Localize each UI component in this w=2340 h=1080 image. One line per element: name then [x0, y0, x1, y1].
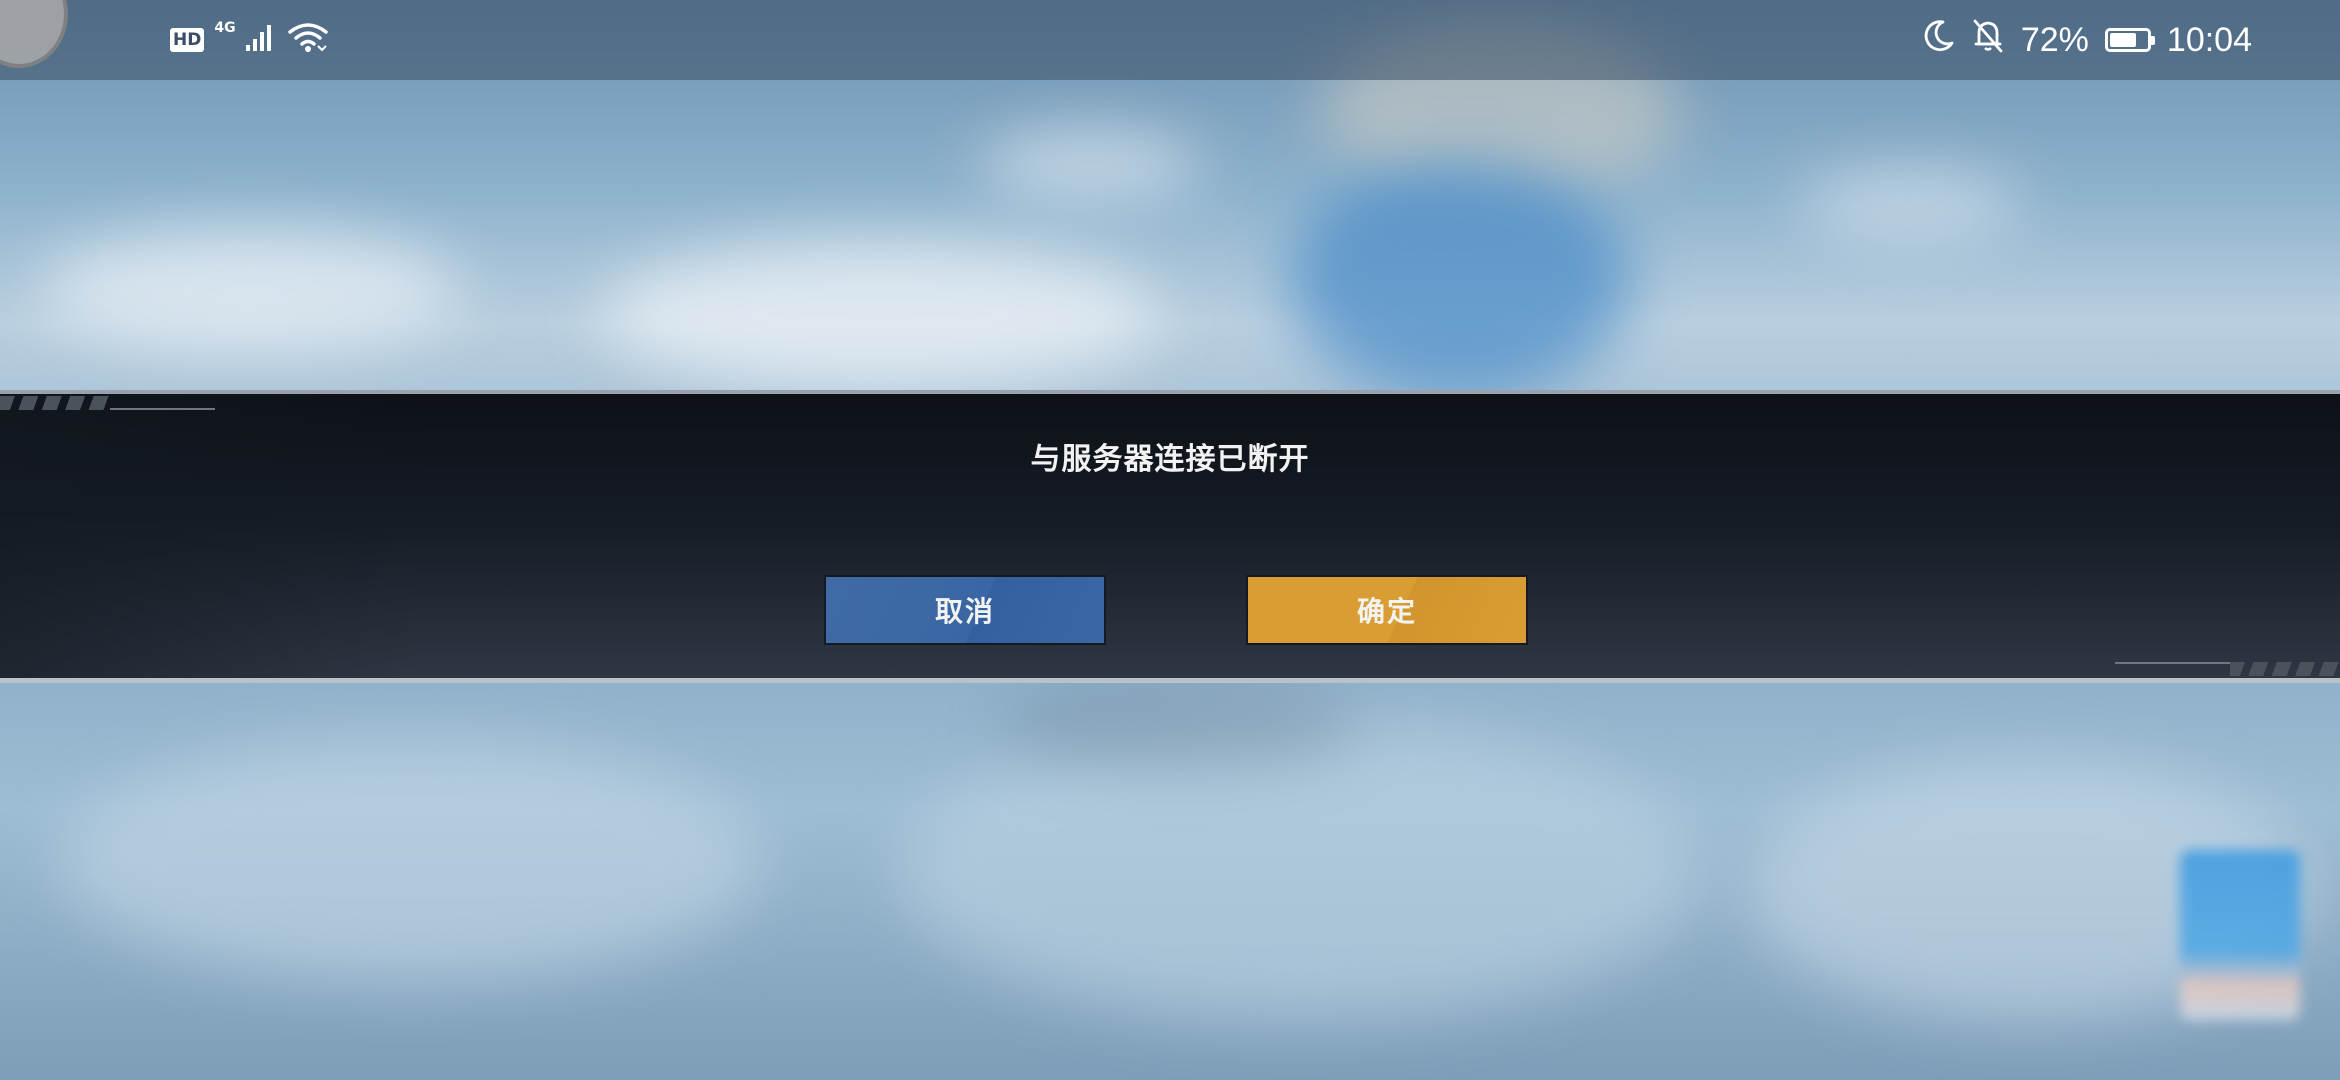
background-cloud: [600, 240, 1160, 390]
background-cloud: [980, 130, 1200, 200]
status-bar-right: 72% 10:04: [1921, 18, 2252, 62]
wifi-icon: [287, 22, 328, 58]
decorative-stripe: [0, 396, 110, 410]
floating-widget[interactable]: [2180, 850, 2300, 1020]
disconnect-dialog: 与服务器连接已断开 取消 确定: [0, 390, 2340, 683]
moon-icon: [1921, 19, 1955, 62]
battery-percent: 72%: [2020, 20, 2089, 59]
signal-bars-icon: [245, 23, 272, 57]
decorative-stripe: [2230, 662, 2340, 676]
background-cloud: [1800, 170, 2020, 240]
game-screen: HD 4G 72% 10:04 与服务器连接已断开 取消 确定: [0, 0, 2340, 1080]
background-cloud: [900, 720, 1700, 1020]
background-cloud: [40, 230, 460, 350]
bell-off-icon: [1971, 18, 2005, 63]
battery-level: [2109, 33, 2136, 47]
decorative-line: [110, 408, 215, 410]
cancel-button[interactable]: 取消: [824, 575, 1106, 645]
battery-icon: [2104, 28, 2155, 52]
background-cloud: [60, 740, 760, 980]
network-type-label: 4G: [214, 20, 236, 36]
dialog-message: 与服务器连接已断开: [1030, 442, 1310, 477]
clock-time: 10:04: [2166, 20, 2252, 59]
background-cloud: [1290, 160, 1630, 400]
decorative-line: [2115, 662, 2230, 664]
hd-badge: HD: [170, 28, 205, 52]
status-bar: HD 4G 72% 10:04: [0, 0, 2340, 80]
status-bar-left: HD 4G: [170, 20, 328, 58]
floating-assist-button[interactable]: [0, 0, 68, 68]
background-shadow: [1000, 680, 1360, 770]
confirm-button[interactable]: 确定: [1246, 575, 1528, 645]
